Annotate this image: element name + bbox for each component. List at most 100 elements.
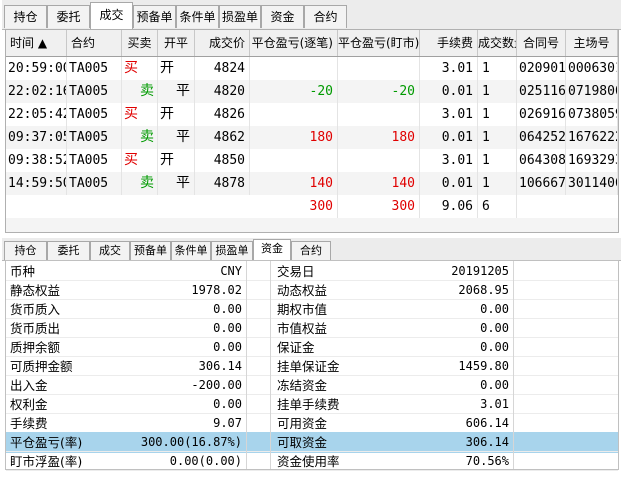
column-header-0[interactable]: 时间 ▲ — [6, 30, 67, 56]
column-header-4[interactable]: 成交价 — [195, 30, 250, 56]
bottom-tab-7[interactable]: 合约 — [291, 241, 331, 260]
trade-time: 22:05:42 — [6, 103, 67, 126]
trade-side: 买 — [122, 149, 158, 172]
tab-7[interactable]: 合约 — [304, 5, 347, 28]
funds-row[interactable]: 出入金 -200.00 冻结资金 0.00 — [6, 375, 618, 396]
trade-fee: 0.01 — [420, 172, 478, 195]
funds-label: 货币质入 — [10, 302, 61, 317]
trade-price: 4862 — [195, 126, 250, 149]
trade-price: 4850 — [195, 149, 250, 172]
table-row[interactable]: 14:59:50 TA005 卖平 4878 140 140 0.01 1 106667 3011… — [6, 172, 618, 195]
trade-fee: 0.01 — [420, 80, 478, 103]
trade-qty: 1 — [478, 149, 517, 172]
funds-row[interactable]: 手续费 9.07 可用资金 606.14 — [6, 413, 618, 434]
tab-3[interactable]: 预备单 — [133, 5, 176, 28]
total-qty: 6 — [478, 195, 517, 218]
funds-row[interactable]: 权利金 0.00 挂单手续费 3.01 — [6, 394, 618, 415]
funds-value: 0.00 — [213, 397, 242, 411]
bottom-tab-6[interactable]: 资金 — [253, 239, 291, 260]
trade-fee: 0.01 — [420, 126, 478, 149]
trade-contract: TA005 — [67, 80, 122, 103]
funds-row[interactable]: 货币质出 0.00 市值权益 0.00 — [6, 318, 618, 339]
tab-2[interactable]: 成交 — [90, 2, 133, 29]
bottom-tab-0[interactable]: 持仓 — [4, 241, 47, 260]
table-row[interactable]: 09:37:05 TA005 卖平 4862 180 180 0.01 1 064252 1676… — [6, 126, 618, 149]
table-row[interactable]: 09:38:52 TA005 买开 4850 3.01 1 064308 1693293 — [6, 149, 618, 172]
bottom-tab-4[interactable]: 条件单 — [171, 241, 211, 260]
empty-row — [6, 218, 618, 232]
trade-contract: TA005 — [67, 149, 122, 172]
tab-6[interactable]: 资金 — [261, 5, 304, 28]
tab-5[interactable]: 损盈单 — [219, 5, 261, 28]
funds-value: 0.00 — [480, 302, 509, 316]
trade-time: 14:59:50 — [6, 172, 67, 195]
pnl-mark-to-market — [338, 57, 420, 80]
funds-row[interactable]: 平仓盈亏(率) 300.00(16.87%) 可取资金 306.14 — [6, 432, 618, 453]
funds-value: 1978.02 — [191, 283, 242, 297]
funds-row[interactable]: 质押余额 0.00 保证金 0.00 — [6, 337, 618, 358]
funds-row[interactable]: 盯市浮盈(率) 0.00(0.00) 资金使用率 70.56% — [6, 451, 618, 472]
funds-row[interactable]: 币种 CNY 交易日 20191205 — [6, 261, 618, 282]
funds-label: 资金使用率 — [277, 454, 340, 469]
table-row[interactable]: 22:05:42 TA005 买开 4826 3.01 1 026916 0738059 — [6, 103, 618, 126]
order-number: 020901 — [517, 57, 566, 80]
trade-offset: 开 — [158, 57, 195, 80]
funds-row[interactable]: 静态权益 1978.02 动态权益 2068.95 — [6, 280, 618, 301]
funds-value: 70.56% — [465, 454, 509, 468]
funds-label: 市值权益 — [277, 321, 328, 336]
pnl-by-trade: -20 — [250, 80, 338, 103]
trade-price: 4824 — [195, 57, 250, 80]
bottom-tab-1[interactable]: 委托 — [47, 241, 90, 260]
trade-offset: 平 — [158, 80, 195, 103]
funds-label: 质押余额 — [10, 340, 61, 355]
trade-time: 20:59:00 — [6, 57, 67, 80]
column-header-2[interactable]: 买卖 — [122, 30, 158, 56]
trade-contract: TA005 — [67, 126, 122, 149]
funds-label: 手续费 — [10, 416, 48, 431]
trade-contract: TA005 — [67, 172, 122, 195]
order-number: 106667 — [517, 172, 566, 195]
pnl-by-trade — [250, 149, 338, 172]
funds-row[interactable]: 货币质入 0.00 期权市值 0.00 — [6, 299, 618, 320]
order-number: 064308 — [517, 149, 566, 172]
funds-label: 币种 — [10, 264, 36, 279]
trade-side: 卖 — [122, 126, 158, 149]
trade-table-header: 时间 ▲合约买卖开平成交价平仓盈亏(逐笔)平仓盈亏(盯市)手续费成交数量合同号主… — [6, 30, 618, 57]
column-header-3[interactable]: 开平 — [158, 30, 195, 56]
column-header-1[interactable]: 合约 — [67, 30, 122, 56]
trade-time: 22:02:16 — [6, 80, 67, 103]
funds-row[interactable]: 可质押金额 306.14 挂单保证金 1459.80 — [6, 356, 618, 377]
order-number: 025116 — [517, 80, 566, 103]
table-row[interactable]: 22:02:16 TA005 卖平 4820 -20 -20 0.01 1 025116 0719… — [6, 80, 618, 103]
pnl-mark-to-market — [338, 149, 420, 172]
column-header-7[interactable]: 手续费 — [420, 30, 478, 56]
pnl-by-trade: 140 — [250, 172, 338, 195]
column-header-6[interactable]: 平仓盈亏(盯市) — [338, 30, 420, 56]
trade-contract: TA005 — [67, 57, 122, 80]
trade-time: 09:37:05 — [6, 126, 67, 149]
bottom-tab-3[interactable]: 预备单 — [130, 241, 171, 260]
exchange-number: 0738059 — [566, 103, 618, 126]
funds-label: 挂单手续费 — [277, 397, 340, 412]
column-header-8[interactable]: 成交数量 — [478, 30, 517, 56]
funds-value: CNY — [220, 264, 242, 278]
column-header-9[interactable]: 合同号 — [517, 30, 566, 56]
funds-label: 可取资金 — [277, 435, 328, 450]
tab-4[interactable]: 条件单 — [176, 5, 219, 28]
trade-fee: 3.01 — [420, 57, 478, 80]
funds-value: 0.00 — [213, 321, 242, 335]
trade-price: 4820 — [195, 80, 250, 103]
totals-row: 300 300 9.06 6 — [6, 195, 618, 218]
funds-panel: 币种 CNY 交易日 20191205 静态权益 1978.02 动态权益 2068.95 货币… — [5, 260, 619, 472]
total-pnl-by-trade: 300 — [250, 195, 338, 218]
column-header-5[interactable]: 平仓盈亏(逐笔) — [250, 30, 338, 56]
column-header-10[interactable]: 主场号 — [566, 30, 618, 56]
tab-0[interactable]: 持仓 — [4, 5, 47, 28]
tab-1[interactable]: 委托 — [47, 5, 90, 28]
trade-offset: 平 — [158, 172, 195, 195]
bottom-tab-5[interactable]: 损盈单 — [211, 241, 253, 260]
trade-offset: 开 — [158, 103, 195, 126]
pnl-by-trade — [250, 103, 338, 126]
table-row[interactable]: 20:59:00 TA005 买开 4824 3.01 1 020901 0006301 — [6, 57, 618, 80]
bottom-tab-2[interactable]: 成交 — [90, 241, 130, 260]
